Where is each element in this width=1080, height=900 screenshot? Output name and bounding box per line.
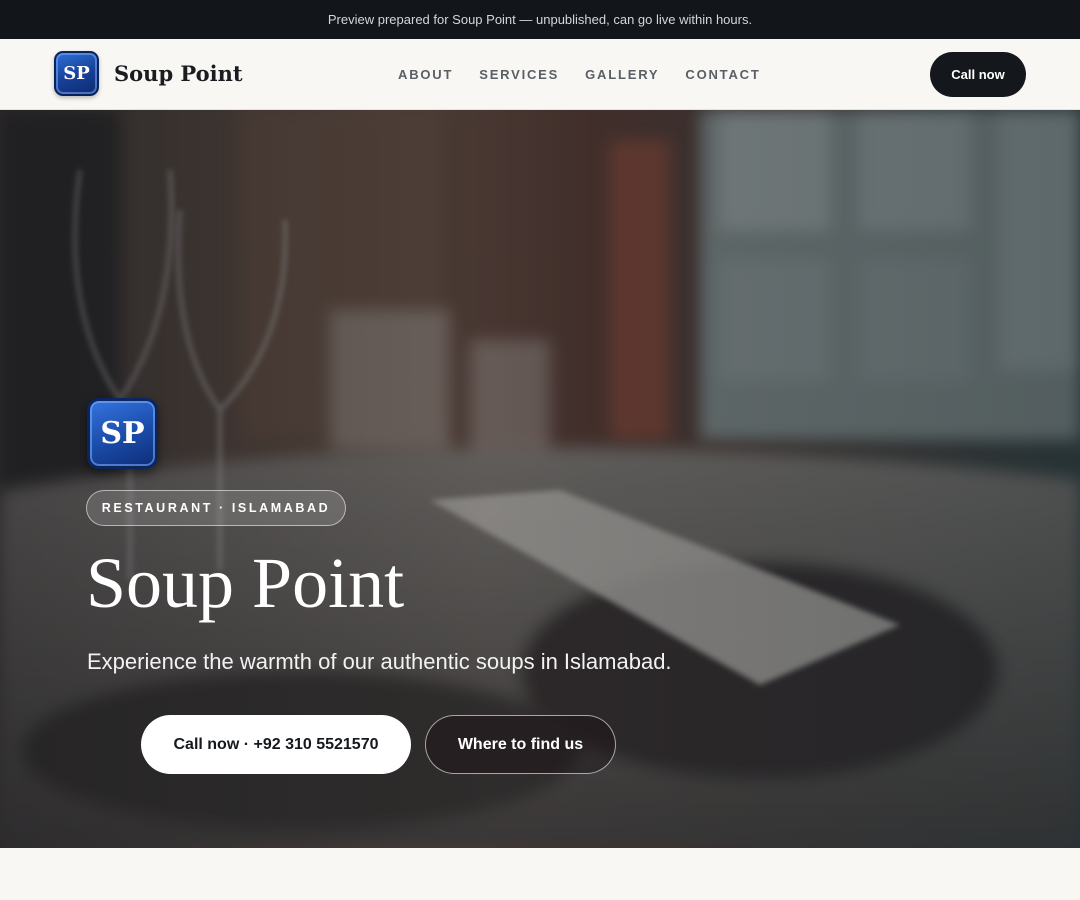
logo-initials: SP	[63, 63, 90, 84]
nav-services[interactable]: SERVICES	[479, 67, 559, 82]
announcement-bar: Preview prepared for Soup Point — unpubl…	[0, 0, 1080, 39]
find-us-button[interactable]: Where to find us	[425, 715, 616, 774]
nav-contact[interactable]: CONTACT	[685, 67, 760, 82]
category-badge-text: RESTAURANT · ISLAMABAD	[101, 501, 331, 515]
brand-name[interactable]: Soup Point	[114, 61, 243, 86]
brand[interactable]: SP Soup Point	[54, 51, 243, 96]
hero-logo-initials: SP	[100, 416, 145, 451]
nav-gallery[interactable]: GALLERY	[585, 67, 659, 82]
call-now-button[interactable]: Call now	[930, 52, 1026, 97]
hero-subtitle: Experience the warmth of our authentic s…	[87, 649, 672, 674]
announcement-text: Preview prepared for Soup Point — unpubl…	[327, 12, 753, 27]
hero-title: Soup Point	[86, 543, 405, 623]
call-phone-button[interactable]: Call now · +92 310 5521570	[141, 715, 411, 774]
hero-section: SP RESTAURANT · ISLAMABAD Soup Point Exp…	[0, 110, 1080, 848]
hero-logo-icon: SP	[87, 398, 158, 469]
main-nav: ABOUT SERVICES GALLERY CONTACT	[398, 39, 787, 109]
site-header: SP Soup Point ABOUT SERVICES GALLERY CON…	[0, 39, 1080, 110]
category-badge: RESTAURANT · ISLAMABAD	[86, 490, 346, 526]
nav-about[interactable]: ABOUT	[398, 67, 453, 82]
logo-icon[interactable]: SP	[54, 51, 99, 96]
